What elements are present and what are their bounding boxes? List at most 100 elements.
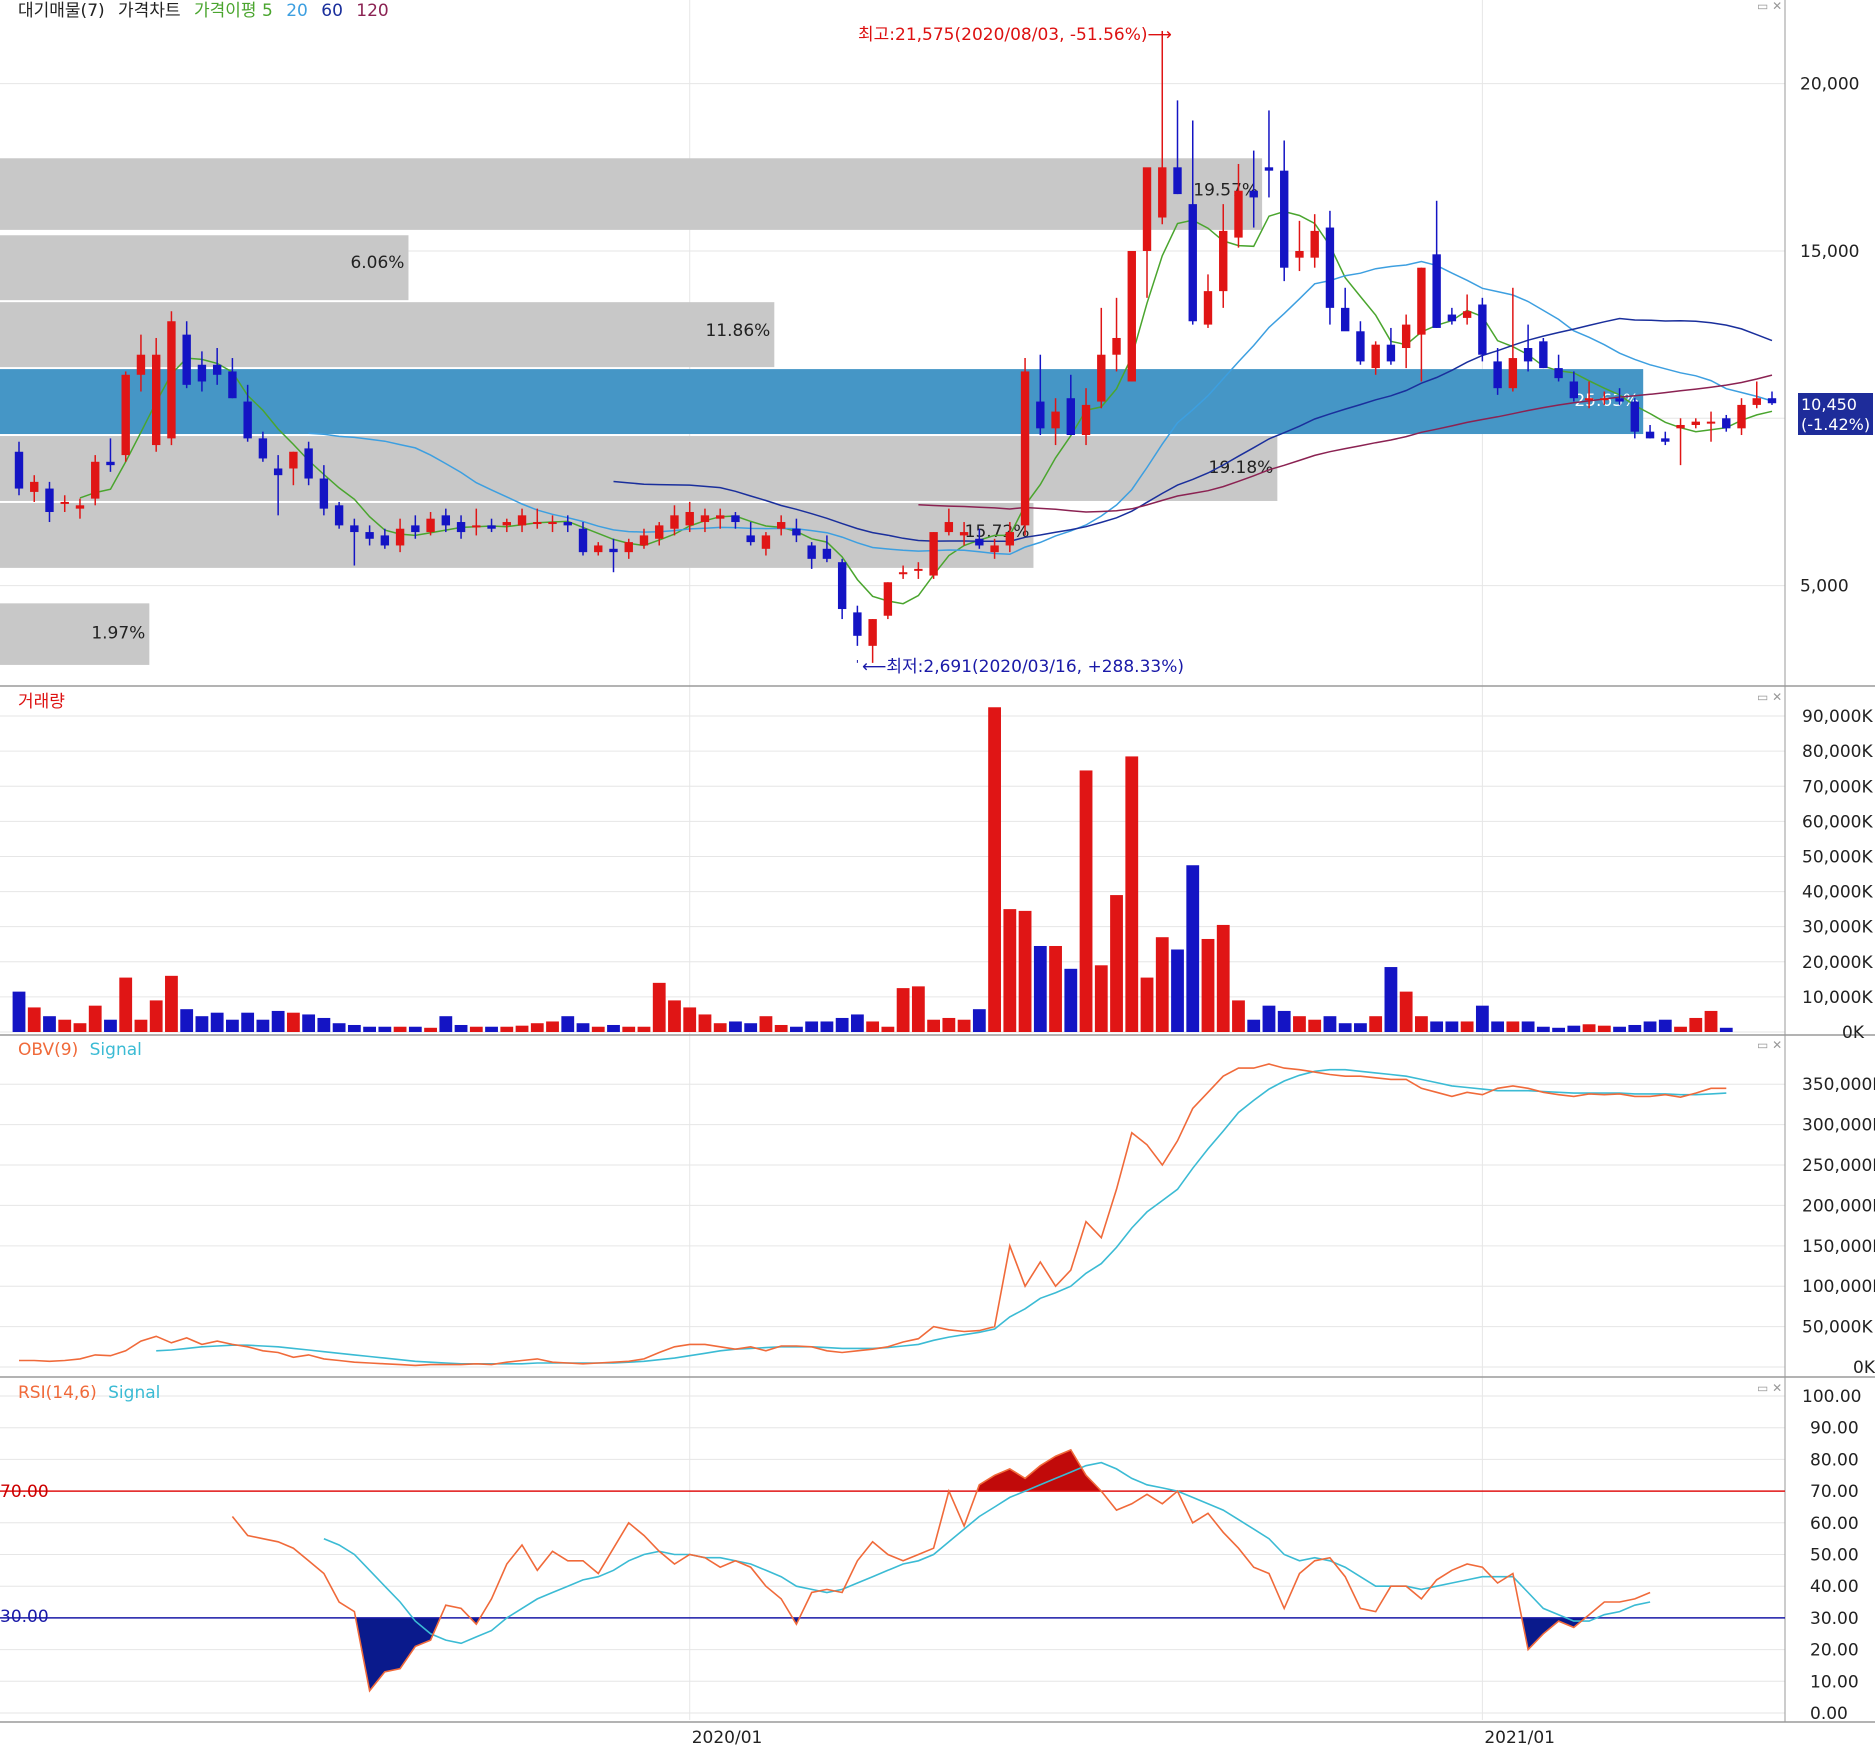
candle-body: [502, 522, 511, 526]
candle-body: [75, 505, 85, 509]
obv-panel-buttons[interactable]: ▭ ✕: [1757, 1038, 1782, 1052]
resistance-zone-label: 11.86%: [705, 321, 770, 341]
candle-body: [228, 371, 237, 399]
volume-bar: [119, 977, 133, 1032]
volume-bar: [972, 1009, 986, 1032]
volume-bar: [88, 1005, 102, 1032]
volume-bar: [1552, 1027, 1565, 1032]
volume-bar: [1293, 1016, 1306, 1032]
volume-bar: [957, 1019, 971, 1032]
obv-y-tick: 50,000K: [1802, 1318, 1873, 1338]
rsi-panel-buttons[interactable]: ▭ ✕: [1757, 1381, 1782, 1395]
candle-body: [1112, 337, 1121, 355]
candle-body: [334, 505, 344, 526]
volume-bar: [43, 1016, 56, 1032]
price-panel-buttons[interactable]: ▭ ✕: [1757, 0, 1782, 13]
volume-bar: [1384, 967, 1398, 1032]
candle-body: [1554, 368, 1563, 379]
volume-bar: [881, 1026, 895, 1032]
rsi-y-tick: 100.00: [1802, 1387, 1861, 1407]
legend-item-ma5: 가격이평 5: [194, 1, 273, 21]
candle-body: [1264, 167, 1274, 171]
volume-bar: [1338, 1023, 1352, 1032]
candle-body: [30, 481, 39, 492]
candle-body: [609, 548, 618, 553]
rsi-y-tick: 20.00: [1810, 1641, 1859, 1661]
rsi-y-tick: 80.00: [1810, 1450, 1859, 1470]
candle-body: [365, 532, 374, 539]
volume-bar: [515, 1025, 529, 1032]
volume-bars: [12, 707, 1733, 1032]
volume-y-tick: 90,000K: [1802, 707, 1873, 727]
rsi-y-tick: 30.00: [1810, 1609, 1859, 1629]
obv-y-axis: 350,000K 300,000K 250,000K 200,000K 150,000K…: [1802, 1075, 1875, 1378]
volume-bar: [1064, 968, 1078, 1032]
volume-bar: [500, 1026, 514, 1032]
legend-item-ma20: 20: [286, 1, 308, 21]
volume-bar: [790, 1026, 803, 1032]
rsi-lower-threshold-label: 30.00: [0, 1607, 49, 1627]
candle-body: [1066, 398, 1075, 436]
obv-y-tick: 100,000K: [1802, 1277, 1875, 1297]
candle-body: [258, 438, 268, 459]
volume-bar: [1475, 1005, 1489, 1032]
rsi-y-tick: 60.00: [1810, 1514, 1859, 1534]
candle-body: [883, 582, 893, 616]
candle-body: [1081, 404, 1091, 436]
obv-signal-line: [156, 1068, 1727, 1365]
candle-body: [533, 522, 542, 525]
candle-body: [441, 515, 451, 526]
candle-body: [1188, 204, 1197, 322]
candle-body: [837, 562, 847, 610]
volume-bar: [988, 707, 1001, 1032]
volume-bar: [210, 1012, 224, 1032]
volume-bar: [1689, 1017, 1703, 1032]
obv-y-tick: 300,000K: [1802, 1116, 1875, 1136]
volume-bar: [774, 1024, 788, 1032]
obv-signal-legend-label: Signal: [90, 1040, 142, 1060]
candle-body: [1539, 341, 1548, 369]
candle-body: [624, 542, 633, 553]
candle-body: [1036, 401, 1045, 429]
candle-body: [822, 548, 832, 559]
obv-y-tick: 0K: [1853, 1358, 1875, 1378]
candle-body: [411, 525, 420, 533]
candle-body: [426, 518, 435, 533]
volume-bar: [1704, 1010, 1718, 1032]
candle-body: [548, 522, 557, 525]
volume-bar: [1582, 1024, 1596, 1032]
candle-body: [243, 401, 252, 439]
panel-controls[interactable]: ▭ ✕ ▭ ✕ ▭ ✕ ▭ ✕: [1757, 0, 1782, 1395]
volume-bar: [317, 1017, 331, 1032]
obv-lines: [19, 1063, 1727, 1367]
volume-bar: [530, 1023, 544, 1032]
candle-body: [517, 515, 527, 526]
candle-body: [1508, 358, 1518, 389]
candle-body: [1142, 167, 1152, 251]
candle-body: [1569, 381, 1579, 399]
volume-bar: [1140, 977, 1154, 1032]
candle-body: [792, 528, 801, 536]
low-annotation: ⟵최저:2,691(2020/03/16, +288.33%): [862, 657, 1184, 677]
volume-bar: [591, 1026, 605, 1032]
candle-body: [1234, 190, 1243, 238]
candle-body: [167, 321, 176, 439]
volume-bar: [347, 1024, 361, 1032]
volume-bar: [27, 1007, 41, 1032]
volume-bar: [820, 1021, 834, 1032]
candle-body: [761, 535, 771, 549]
candle-body: [746, 535, 755, 543]
volume-bar: [1414, 1016, 1428, 1032]
volume-panel-buttons[interactable]: ▭ ✕: [1757, 690, 1782, 704]
volume-bar: [165, 975, 178, 1032]
price-y-axis: 20,000 15,000 5,000: [1800, 75, 1859, 597]
volume-bar: [1079, 770, 1093, 1032]
volume-bar: [1277, 1010, 1291, 1032]
volume-bar: [1094, 965, 1108, 1032]
volume-bar: [713, 1023, 727, 1032]
candle-body: [929, 532, 938, 576]
candle-body: [197, 364, 207, 382]
candle-body: [1447, 314, 1457, 322]
volume-bar: [1049, 945, 1062, 1032]
candle-body: [1478, 304, 1487, 355]
